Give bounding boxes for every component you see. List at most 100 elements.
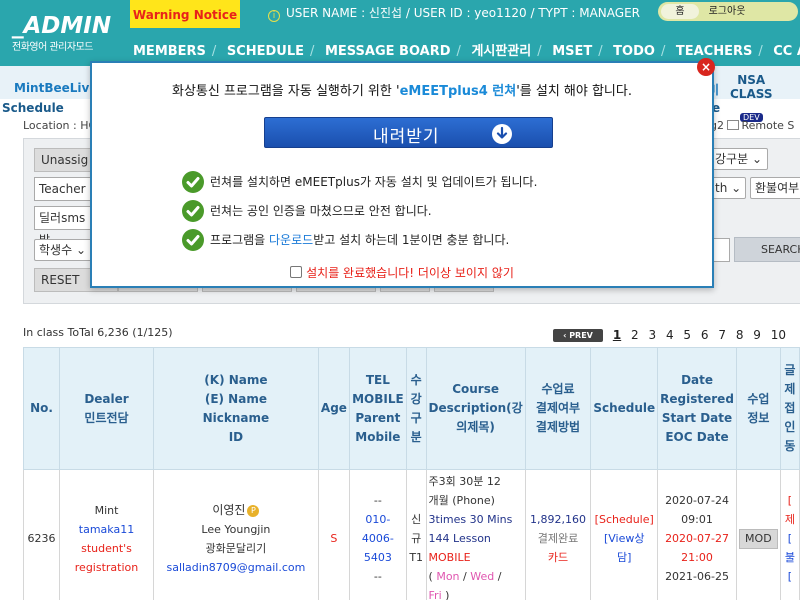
menu-item-cc-acc[interactable]: CC ACC	[773, 44, 800, 59]
page-link[interactable]: 6	[701, 328, 709, 342]
page-link[interactable]: 8	[736, 328, 744, 342]
header-tel[interactable]: TEL MOBILE Parent Mobile	[348, 347, 407, 470]
schedule-link[interactable]: [Schedule]	[593, 510, 655, 529]
extra-char[interactable]: 제	[783, 510, 797, 529]
total-count: In class ToTal 6,236 (1/125)	[23, 326, 173, 339]
menu-item-board-admin[interactable]: 게시판관리	[471, 40, 531, 59]
home-button[interactable]: 홈	[661, 4, 699, 19]
mobile-line[interactable]: 010-	[352, 510, 404, 529]
refund-select[interactable]: 환불여부	[750, 177, 800, 199]
cell-extra: [ 제 [ 불 [	[779, 469, 800, 600]
extra-char[interactable]: [	[783, 567, 797, 586]
download-arrow-icon	[492, 124, 512, 144]
tel-dash: --	[373, 494, 382, 507]
header-schedule[interactable]: Schedule	[590, 347, 659, 470]
menu-separator: /	[537, 44, 542, 59]
dismiss-label[interactable]: 설치를 완료했습니다! 더이상 보이지 않기	[306, 266, 514, 280]
header-payment[interactable]: 수업료 결제여부 결제방법	[524, 347, 592, 470]
page-link[interactable]: 5	[683, 328, 691, 342]
header-line: 접	[784, 401, 796, 415]
pagination: ‹ PREV 1 2 3 4 5 6 7 8 9 10	[553, 328, 786, 342]
prev-page-button[interactable]: ‹ PREV	[553, 329, 603, 342]
teacher-input[interactable]: Teacher	[34, 177, 98, 201]
header-line: Dealer	[84, 391, 129, 406]
page-link[interactable]: 3	[648, 328, 656, 342]
header-age[interactable]: Age	[317, 347, 350, 470]
dealer-sms-input[interactable]: 딜러sms발	[34, 206, 98, 247]
page-link[interactable]: 7	[718, 328, 726, 342]
extra-char[interactable]: [	[783, 491, 797, 510]
mobile-line[interactable]: 5403	[352, 548, 404, 567]
mod-button[interactable]: MOD	[739, 528, 778, 549]
menu-separator: /	[211, 44, 217, 59]
launcher-name: eMEETplus4 런쳐	[399, 84, 517, 99]
info-text: 받고 설치 하는데 1분이면 충분 합니다.	[313, 233, 510, 247]
dealer-id-link[interactable]: tamaka11	[62, 520, 151, 539]
view-consult-link[interactable]: [View상	[593, 529, 655, 548]
page-link[interactable]: 4	[666, 328, 674, 342]
page-link[interactable]: 10	[771, 328, 786, 342]
korean-name: 이영진	[212, 502, 246, 517]
modal-info-list: 런쳐를 설치하면 eMEETplus가 자동 설치 및 업데이트가 됩니다. 런…	[182, 170, 537, 257]
month-select[interactable]: th ⌄	[710, 177, 746, 199]
menu-item-schedule[interactable]: SCHEDULE	[227, 44, 304, 59]
download-link[interactable]: 다운로드	[269, 233, 313, 247]
extra-char[interactable]: 불	[783, 548, 797, 567]
header-line: TEL	[365, 372, 390, 387]
remote-support-link[interactable]: g2 Remote S	[710, 119, 794, 132]
chevron-down-icon: ⌄	[751, 152, 763, 166]
day-label: Fri	[428, 589, 442, 600]
menu-item-teachers[interactable]: TEACHERS	[676, 44, 752, 59]
close-icon[interactable]: ×	[697, 58, 715, 76]
menu-item-mset[interactable]: MSET	[552, 44, 592, 59]
student-email-link[interactable]: salladin8709@gmail.com	[156, 558, 316, 577]
header-date[interactable]: Date Registered Start Date EOC Date	[657, 347, 737, 470]
warning-notice-button[interactable]: Warning Notice	[130, 0, 240, 28]
header-line: 수	[410, 372, 422, 387]
student-korean-name-link[interactable]: 이영진 P	[156, 501, 316, 520]
page-link[interactable]: 2	[631, 328, 639, 342]
mobile-line[interactable]: 4006-	[352, 529, 404, 548]
page-link[interactable]: 1	[613, 328, 621, 342]
dealer-note: registration	[74, 560, 139, 574]
header-extra[interactable]: 글제접인동	[779, 347, 800, 470]
logout-button[interactable]: 로그아웃	[703, 4, 751, 19]
header-class-info[interactable]: 수업 정보	[735, 347, 781, 470]
modal-title: 화상통신 프로그램을 자동 실행하기 위한 'eMEETplus4 런쳐'를 설…	[92, 80, 712, 99]
header-class-type[interactable]: 수강구분	[405, 347, 427, 470]
search-button[interactable]: SEARCH	[734, 237, 800, 262]
payment-method: 카드	[547, 551, 569, 564]
extra-char[interactable]: [	[783, 529, 797, 548]
header-line: 글	[784, 363, 796, 377]
unassigned-button[interactable]: Unassig	[34, 148, 98, 172]
page-link[interactable]: 9	[753, 328, 761, 342]
view-consult-link-cont[interactable]: 담]	[593, 548, 655, 567]
dismiss-checkbox[interactable]	[290, 266, 303, 278]
menu-item-message-board[interactable]: MESSAGE BOARD	[325, 44, 451, 59]
refund-value: 환불여부	[755, 181, 800, 195]
english-name: Lee Youngjin	[201, 522, 271, 536]
nsa-class-link[interactable]: NSA CLASS	[730, 73, 773, 101]
menu-item-members[interactable]: MEMBERS	[133, 44, 206, 59]
download-button[interactable]: 내려받기	[264, 117, 553, 148]
cell-course: 주3회 30분 12 개월 (Phone) 3times 30 Mins 144…	[425, 469, 526, 600]
menu-item-todo[interactable]: TODO	[613, 44, 655, 59]
info-item: 런쳐를 설치하면 eMEETplus가 자동 설치 및 업데이트가 됩니다.	[182, 170, 537, 199]
header-line: Registered	[660, 391, 734, 406]
header-no[interactable]: No.	[22, 347, 61, 470]
students-count-select[interactable]: 학생수 ⌄	[34, 239, 94, 261]
month-value: th	[715, 181, 728, 195]
header-name[interactable]: (K) Name (E) Name Nickname ID	[152, 347, 319, 470]
class-type-select[interactable]: 강구분 ⌄	[710, 148, 768, 170]
header-course[interactable]: Course Description(강 의제목)	[425, 347, 526, 470]
header-dealer[interactable]: Dealer 민트전담	[59, 347, 154, 470]
registered-time: 09:01	[681, 513, 713, 526]
course-line: 주3회 30분 12	[428, 475, 501, 488]
mintbee-live-link[interactable]: MintBeeLive	[14, 81, 97, 95]
cell-name: 이영진 P Lee Youngjin 광화문달리기 salladin8709@gm…	[152, 469, 319, 600]
class-type-char: 규	[411, 532, 422, 545]
info-text: 런쳐를 설치하면 eMEETplus가 자동 설치 및 업데이트가 됩니다.	[210, 175, 538, 189]
admin-logo[interactable]: _ADMIN 전화영어 관리자모드	[12, 14, 111, 53]
table-header-row: No. Dealer 민트전담 (K) Name (E) Name Nickname I…	[22, 347, 800, 470]
dismiss-row[interactable]: 설치를 완료했습니다! 더이상 보이지 않기	[92, 264, 712, 281]
